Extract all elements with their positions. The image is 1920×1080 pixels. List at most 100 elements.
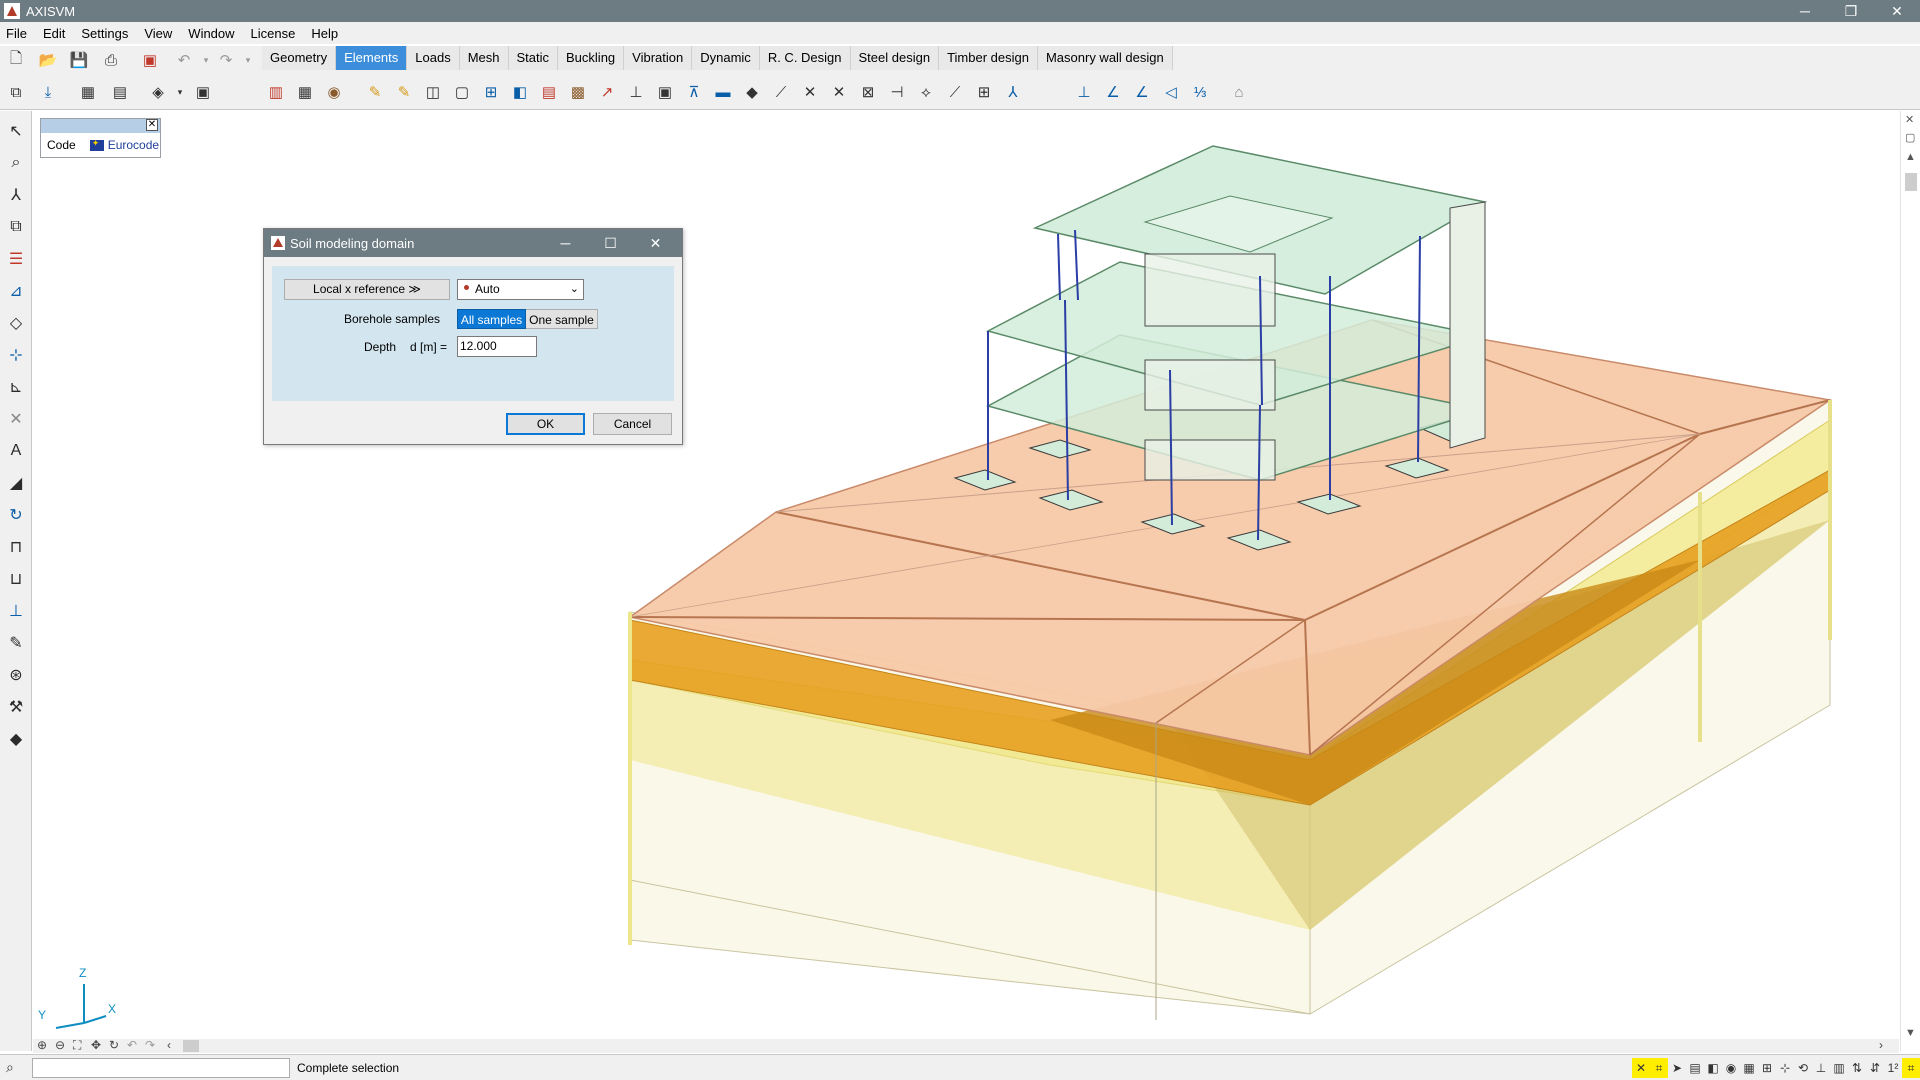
render-icon[interactable]: ◉ [1722, 1058, 1740, 1078]
report-icon[interactable]: ▤ [108, 80, 132, 104]
rotate-icon[interactable]: ↻ [4, 503, 28, 527]
local-axes-icon[interactable]: ⅄ [1001, 80, 1025, 104]
menu-edit[interactable]: Edit [35, 26, 73, 41]
code-palette-header[interactable]: ✕ [41, 119, 160, 133]
local-x-reference-select[interactable]: Auto ⌄ [457, 279, 584, 300]
dimension-line-icon[interactable]: ⊥ [4, 599, 28, 623]
reference-point-icon[interactable]: ⊥ [1072, 80, 1096, 104]
dialog-close-button[interactable]: ✕ [633, 229, 678, 257]
cursor-icon[interactable]: ➤ [1668, 1058, 1686, 1078]
dimension-toggle-icon[interactable]: ⊥ [1812, 1058, 1830, 1078]
reference-angle-icon[interactable]: ⅓ [1188, 80, 1212, 104]
table-icon[interactable]: ▤ [1686, 1058, 1704, 1078]
command-input[interactable] [32, 1058, 290, 1078]
rigid-body-icon[interactable]: ▬ [711, 80, 735, 104]
tab-dynamic[interactable]: Dynamic [692, 46, 760, 70]
spring-icon[interactable]: ⟋ [769, 80, 793, 104]
truss-pencil-icon[interactable]: ✎ [363, 80, 387, 104]
wall-icon[interactable]: ▤ [537, 80, 561, 104]
display-mode-icon[interactable]: ◧ [1704, 1058, 1722, 1078]
one-sample-button[interactable]: One sample [526, 309, 598, 329]
section-line-icon[interactable]: ⊔ [4, 567, 28, 591]
menu-view[interactable]: View [136, 26, 180, 41]
model-view-icon[interactable]: ▣ [191, 80, 215, 104]
pan-icon[interactable]: ✥ [91, 1038, 101, 1052]
surface-support-icon[interactable]: ▣ [653, 80, 677, 104]
window-restore-button[interactable]: ❐ [1828, 0, 1874, 22]
save-icon[interactable]: 💾 [67, 48, 91, 72]
material-library-icon[interactable]: ▥ [264, 80, 288, 104]
dialog-title-bar[interactable]: Soil modeling domain ─ ☐ ✕ [264, 229, 682, 257]
tab-timber-design[interactable]: Timber design [939, 46, 1038, 70]
menu-settings[interactable]: Settings [73, 26, 136, 41]
dimension-text-icon[interactable]: A [4, 439, 28, 463]
shell-icon[interactable]: ◧ [508, 80, 532, 104]
menu-help[interactable]: Help [303, 26, 346, 41]
info-icon[interactable]: ◆ [4, 727, 28, 751]
new-file-icon[interactable]: 🗋 [4, 48, 28, 72]
tab-geometry[interactable]: Geometry [262, 46, 337, 70]
reference-axis-icon[interactable]: ∠ [1130, 80, 1154, 104]
tab-masonry-wall-design[interactable]: Masonry wall design [1037, 46, 1173, 70]
window-close-button[interactable]: ✕ [1874, 0, 1920, 22]
edge-hinge-icon[interactable]: ⊼ [682, 80, 706, 104]
scroll-down-icon[interactable]: ▼ [1905, 1027, 1916, 1039]
pin-icon[interactable]: ⊣ [885, 80, 909, 104]
tab-steel-design[interactable]: Steel design [850, 46, 940, 70]
level-icon[interactable]: ◢ [4, 471, 28, 495]
open-folder-icon[interactable]: 📂 [36, 48, 60, 72]
grid-toggle-icon[interactable]: ⊞ [1758, 1058, 1776, 1078]
timber-section-icon[interactable]: ◉ [322, 80, 346, 104]
view-undo-icon[interactable]: ↶ [127, 1038, 137, 1052]
depth-input[interactable]: 12.000 [457, 336, 537, 357]
zoom-icon[interactable]: ⌕ [4, 151, 28, 175]
cross-section-library-icon[interactable]: ▦ [293, 80, 317, 104]
view-redo-icon[interactable]: ↷ [145, 1038, 155, 1052]
material-dropdown-icon[interactable]: ▾ [168, 80, 192, 104]
scroll-up-icon[interactable]: ▲ [1905, 151, 1916, 163]
menu-file[interactable]: File [0, 26, 35, 41]
structural-grid-icon[interactable]: ⊹ [4, 343, 28, 367]
guide-lines-icon[interactable]: ◇ [4, 311, 28, 335]
tab-elements[interactable]: Elements [336, 46, 408, 70]
scroll-left-icon[interactable]: ‹ [167, 1038, 171, 1052]
display-options-icon[interactable]: ☰ [4, 247, 28, 271]
tab-loads[interactable]: Loads [407, 46, 460, 70]
tab-buckling[interactable]: Buckling [558, 46, 625, 70]
sort-icon[interactable]: ⇅ [1848, 1058, 1866, 1078]
nodal-support-icon[interactable]: ↗ [595, 80, 619, 104]
search-icon[interactable]: ⌕ [6, 1059, 14, 1076]
axis-toggle-icon[interactable]: ⟲ [1794, 1058, 1812, 1078]
menu-license[interactable]: License [243, 26, 304, 41]
zoom-out-icon[interactable]: ⊖ [55, 1038, 65, 1052]
columns-icon[interactable]: ▥ [1830, 1058, 1848, 1078]
tab-rc-design[interactable]: R. C. Design [759, 46, 851, 70]
building-icon[interactable]: ⌂ [1227, 80, 1251, 104]
undo-icon[interactable]: ↶ [172, 48, 196, 72]
window-minimize-button[interactable]: ─ [1782, 0, 1828, 22]
snap-grid-icon[interactable]: ⌗ [1650, 1058, 1668, 1078]
link-icon[interactable]: ✕ [827, 80, 851, 104]
tab-static[interactable]: Static [508, 46, 559, 70]
tab-vibration[interactable]: Vibration [624, 46, 693, 70]
membrane-icon[interactable]: ⊞ [479, 80, 503, 104]
cancel-button[interactable]: Cancel [593, 413, 672, 435]
zoom-in-icon[interactable]: ⊕ [37, 1038, 47, 1052]
beam-pencil-icon[interactable]: ✎ [392, 80, 416, 104]
layers-icon[interactable]: ⧉ [4, 80, 28, 104]
spring-line-icon[interactable]: ⟡ [914, 80, 938, 104]
reference-line-icon[interactable]: ⟋ [943, 80, 967, 104]
code-value[interactable]: Eurocode [108, 138, 159, 152]
grid-icon[interactable]: ⊞ [972, 80, 996, 104]
load-combination-icon[interactable]: ⤓ [36, 80, 60, 104]
reference-plane-icon[interactable]: ◁ [1159, 80, 1183, 104]
menu-window[interactable]: Window [180, 26, 242, 41]
diaphragm-icon[interactable]: ◆ [740, 80, 764, 104]
print-icon[interactable]: ⎙ [99, 48, 123, 72]
geometry-tools-icon[interactable]: ⊾ [4, 375, 28, 399]
redo-dropdown-icon[interactable]: ▾ [236, 48, 260, 72]
plate-icon[interactable]: ▢ [450, 80, 474, 104]
perspective-icon[interactable]: ⧉ [4, 215, 28, 239]
reference-vector-icon[interactable]: ∠ [1101, 80, 1125, 104]
workplane-icon[interactable]: ⊿ [4, 279, 28, 303]
